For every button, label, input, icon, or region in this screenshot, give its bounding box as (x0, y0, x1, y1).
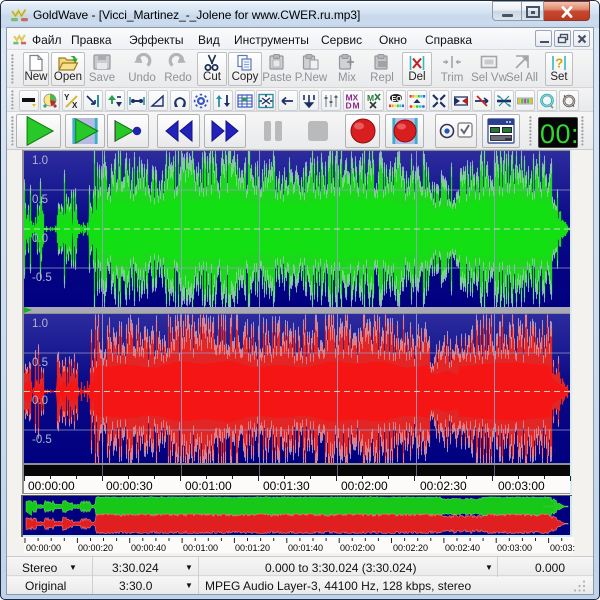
svg-text:00:00:20: 00:00:20 (78, 543, 113, 553)
svg-text:00:01:20: 00:01:20 (235, 543, 270, 553)
svg-text:-0.5: -0.5 (32, 272, 52, 284)
svg-text:00:00:00: 00:00:00 (28, 479, 75, 493)
svg-text:00:03:: 00:03: (550, 543, 575, 553)
svg-text:00:01:40: 00:01:40 (288, 543, 323, 553)
svg-text:00:02:00: 00:02:00 (341, 479, 388, 493)
svg-text:00:03:00: 00:03:00 (498, 479, 545, 493)
svg-text:0.5: 0.5 (32, 357, 48, 369)
svg-text:00:01:00: 00:01:00 (185, 479, 232, 493)
svg-text:00:00:00: 00:00:00 (26, 543, 61, 553)
svg-text:-0.5: -0.5 (32, 434, 52, 446)
svg-text:00:01:30: 00:01:30 (263, 479, 310, 493)
svg-text:00:02:30: 00:02:30 (420, 479, 467, 493)
svg-text:00:03:00: 00:03:00 (497, 543, 532, 553)
svg-text:0.5: 0.5 (32, 194, 48, 206)
svg-text:1.0: 1.0 (32, 155, 48, 167)
svg-text:0.0: 0.0 (32, 233, 48, 245)
svg-text:00:02:20: 00:02:20 (393, 543, 428, 553)
svg-text:00:01:00: 00:01:00 (183, 543, 218, 553)
svg-text:00:00:40: 00:00:40 (131, 543, 166, 553)
svg-text:00:02:40: 00:02:40 (445, 543, 480, 553)
svg-text:0.0: 0.0 (32, 395, 48, 407)
svg-text:1.0: 1.0 (32, 318, 48, 330)
svg-text:00:02:00: 00:02:00 (340, 543, 375, 553)
svg-text:00:00:30: 00:00:30 (106, 479, 153, 493)
